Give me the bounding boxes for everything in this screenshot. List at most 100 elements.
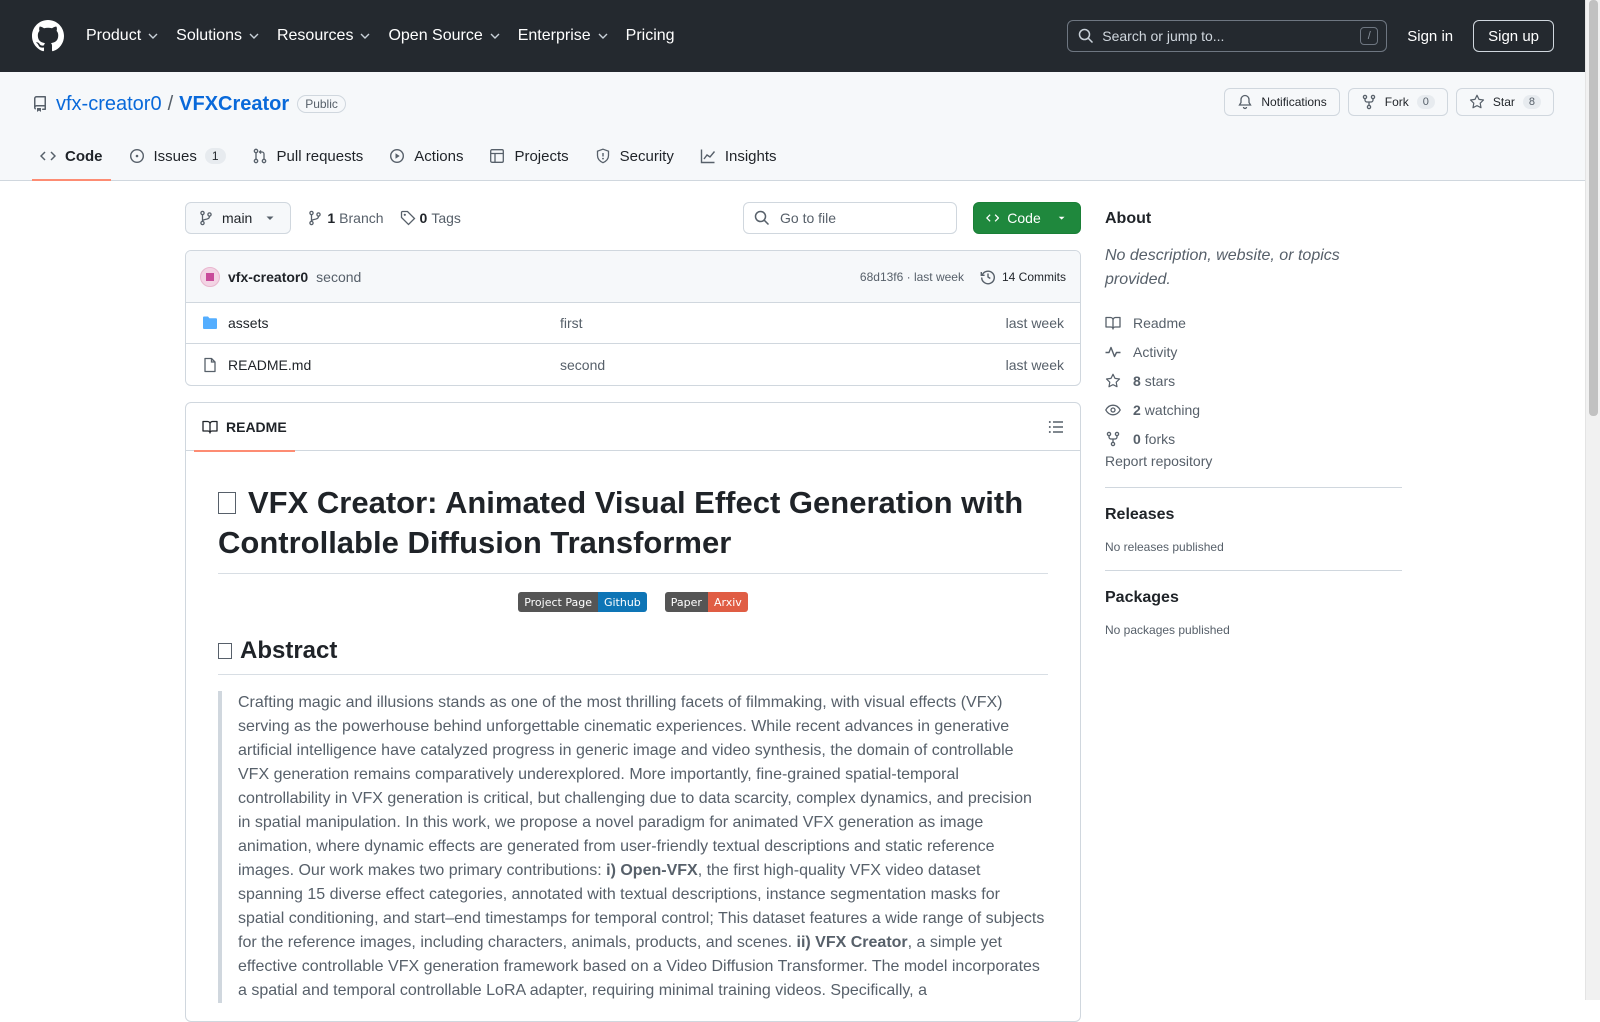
badge-left-label: Paper [664, 592, 708, 612]
stars-link[interactable]: 8 stars [1105, 366, 1402, 395]
notifications-label: Notifications [1261, 95, 1327, 109]
commit-author-link[interactable]: vfx-creator0 [228, 269, 308, 285]
tab-security[interactable]: Security [587, 132, 682, 180]
file-commit-message[interactable]: second [560, 357, 605, 373]
code-icon [40, 151, 56, 161]
scrollbar-thumb[interactable] [1589, 0, 1598, 416]
branch-select-button[interactable]: main [185, 202, 292, 234]
branch-count-label: Branch [339, 210, 384, 226]
folder-icon [203, 316, 217, 329]
fork-button[interactable]: Fork 0 [1347, 88, 1448, 116]
tab-actions[interactable]: Actions [381, 132, 471, 180]
tab-projects[interactable]: Projects [481, 132, 576, 180]
packages-heading[interactable]: Packages [1105, 589, 1402, 607]
tab-security-label: Security [619, 147, 674, 165]
watching-link[interactable]: 2 watching [1105, 395, 1402, 424]
paper-badge[interactable]: Paper Arxiv [664, 592, 748, 612]
page-scrollbar[interactable] [1585, 0, 1600, 1000]
nav-enterprise-label: Enterprise [517, 27, 591, 44]
anchor-link-icon[interactable] [218, 492, 236, 514]
about-heading: About [1105, 210, 1152, 227]
tab-projects-label: Projects [514, 147, 569, 165]
star-icon [1469, 94, 1484, 109]
file-name-link[interactable]: assets [228, 315, 560, 331]
tags-link[interactable]: 0 Tags [400, 210, 461, 226]
search-placeholder: Search or jump to... [1102, 28, 1225, 44]
commit-sha-time[interactable]: 68d13f6 · last week [860, 270, 964, 284]
chevron-down-icon [598, 33, 608, 39]
abstract-heading-text: Abstract [240, 637, 338, 664]
fork-label: Fork [1384, 95, 1409, 109]
history-icon [980, 270, 995, 284]
play-icon [390, 148, 405, 164]
nav-pricing[interactable]: Pricing [626, 27, 675, 45]
commit-message-link[interactable]: second [316, 269, 361, 285]
readme-link[interactable]: Readme [1105, 308, 1402, 337]
list-unordered-icon[interactable] [1048, 419, 1064, 435]
git-branch-icon [200, 210, 212, 226]
file-icon [204, 357, 216, 372]
commits-history-link[interactable]: 14 Commits [980, 269, 1066, 285]
tab-pull-requests[interactable]: Pull requests [244, 132, 372, 180]
abstract-bold-term: i) Open-VFX [606, 862, 698, 879]
tab-insights-label: Insights [724, 147, 777, 165]
branch-count: 1 [327, 210, 336, 226]
nav-pricing-label: Pricing [625, 27, 675, 44]
issues-count: 1 [204, 148, 226, 164]
nav-solutions-label: Solutions [176, 27, 242, 44]
tab-insights[interactable]: Insights [692, 132, 785, 180]
code-dropdown-button[interactable]: Code [973, 202, 1081, 234]
repo-title: vfx-creator0 / VFXCreator Public [32, 92, 346, 116]
about-description: No description, website, or topics provi… [1105, 247, 1340, 288]
sign-in-link[interactable]: Sign in [1407, 28, 1453, 45]
repo-owner-link[interactable]: vfx-creator0 [56, 93, 162, 116]
watching-label: watching [1144, 401, 1201, 418]
readme-tab-label: README [226, 418, 287, 435]
star-button[interactable]: Star 8 [1455, 88, 1554, 116]
tab-readme[interactable]: README [194, 403, 295, 452]
branches-link[interactable]: 1 Branch [307, 210, 384, 226]
nav-open-source[interactable]: Open Source [388, 27, 500, 45]
sign-up-button[interactable]: Sign up [1473, 20, 1554, 52]
nav-solutions[interactable]: Solutions [176, 27, 260, 45]
nav-product[interactable]: Product [86, 27, 159, 45]
bell-icon [1238, 94, 1253, 110]
star-count: 8 [1522, 95, 1541, 109]
table-row[interactable]: README.md second last week [186, 344, 1080, 385]
search-icon [1079, 28, 1094, 44]
go-to-file-input[interactable]: Go to file [743, 202, 957, 234]
stars-count: 8 [1133, 372, 1141, 389]
project-page-badge[interactable]: Project Page Github [518, 592, 647, 612]
file-name-link[interactable]: README.md [228, 357, 560, 373]
forks-count: 0 [1133, 430, 1141, 447]
fork-icon [1362, 94, 1375, 110]
nav-resources[interactable]: Resources [277, 27, 371, 45]
readme-link-label: Readme [1133, 314, 1186, 331]
tab-issues-label: Issues [153, 147, 197, 165]
tab-code-label: Code [65, 147, 103, 165]
graph-icon [700, 149, 715, 164]
tab-code[interactable]: Code [32, 132, 111, 181]
forks-link[interactable]: 0 forks [1105, 424, 1402, 453]
no-releases-text: No releases published [1105, 540, 1224, 554]
activity-link[interactable]: Activity [1105, 337, 1402, 366]
nav-enterprise[interactable]: Enterprise [518, 27, 609, 45]
tab-issues[interactable]: Issues 1 [121, 132, 234, 180]
readme-title-text: VFX Creator: Animated Visual Effect Gene… [218, 485, 1024, 560]
report-repository-link[interactable]: Report repository [1105, 453, 1212, 469]
github-logo-icon[interactable] [32, 20, 64, 52]
table-row[interactable]: assets first last week [186, 303, 1080, 344]
releases-heading[interactable]: Releases [1105, 506, 1402, 524]
commits-count-label: 14 Commits [1001, 269, 1066, 284]
fork-count: 0 [1416, 95, 1435, 109]
file-commit-message[interactable]: first [560, 315, 583, 331]
avatar[interactable] [200, 266, 220, 287]
repo-name-link[interactable]: VFXCreator [179, 93, 289, 116]
star-label: Star [1492, 95, 1515, 109]
notifications-button[interactable]: Notifications [1224, 88, 1340, 116]
issue-opened-icon [129, 148, 144, 164]
activity-link-label: Activity [1133, 343, 1178, 360]
anchor-link-icon[interactable] [218, 643, 232, 659]
global-search-input[interactable]: Search or jump to... / [1067, 20, 1388, 52]
chevron-down-icon [490, 33, 500, 39]
